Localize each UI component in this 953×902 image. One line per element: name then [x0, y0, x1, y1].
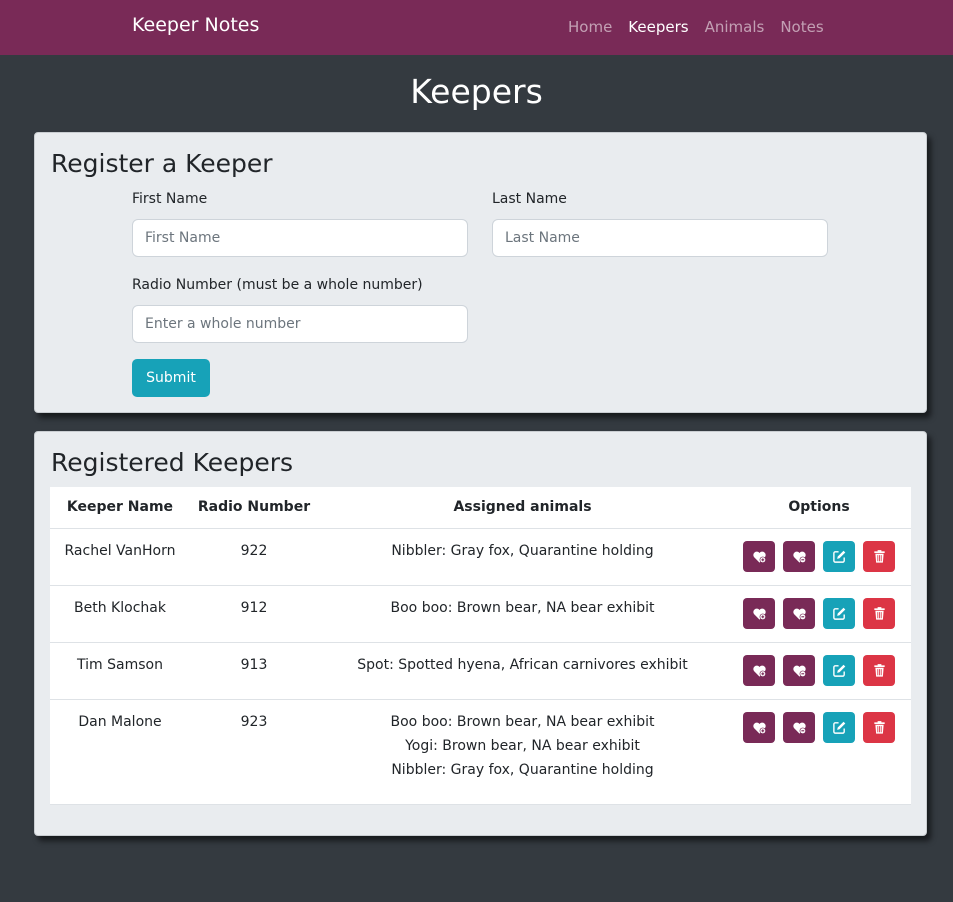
assigned-animal: Spot: Spotted hyena, African carnivores …: [357, 656, 688, 673]
edit-keeper-button[interactable]: [823, 654, 855, 686]
brand-link[interactable]: Keeper Notes: [132, 14, 259, 36]
assigned-animal: Nibbler: Gray fox, Quarantine holding: [391, 542, 654, 559]
heart-plus-icon: [752, 665, 766, 677]
heart-plus-icon: [752, 551, 766, 563]
delete-keeper-button[interactable]: [863, 540, 895, 572]
table-row: Dan Malone 923 Boo boo: Brown bear, NA b…: [50, 699, 911, 805]
assigned-animal: Boo boo: Brown bear, NA bear exhibit: [390, 599, 655, 616]
radio-number-cell: 923: [190, 699, 318, 805]
delete-keeper-button[interactable]: [863, 597, 895, 629]
nav-links: Home Keepers Animals Notes: [568, 18, 824, 36]
trash-icon: [873, 549, 885, 563]
trash-icon: [873, 606, 885, 620]
heart-minus-icon: [792, 551, 806, 563]
options-cell: [727, 585, 911, 643]
unassign-animal-button[interactable]: [783, 654, 815, 686]
keepers-table-wrapper: Keeper Name Radio Number Assigned animal…: [50, 487, 911, 805]
options-cell: [727, 528, 911, 586]
table-row: Tim Samson 913 Spot: Spotted hyena, Afri…: [50, 642, 911, 700]
assign-animal-button[interactable]: [743, 597, 775, 629]
column-header-options: Options: [727, 487, 911, 529]
nav-notes-link[interactable]: Notes: [780, 18, 823, 36]
assigned-animals-cell: Spot: Spotted hyena, African carnivores …: [318, 642, 727, 700]
table-row: Rachel VanHorn 922 Nibbler: Gray fox, Qu…: [50, 528, 911, 586]
assign-animal-button[interactable]: [743, 540, 775, 572]
heart-minus-icon: [792, 722, 806, 734]
column-header-keeper-name: Keeper Name: [50, 487, 190, 529]
keepers-table: Keeper Name Radio Number Assigned animal…: [50, 487, 911, 805]
assigned-animal: Nibbler: Gray fox, Quarantine holding: [391, 761, 654, 778]
trash-icon: [873, 720, 885, 734]
keeper-name-cell: Rachel VanHorn: [50, 528, 190, 586]
column-header-radio-number: Radio Number: [190, 487, 318, 529]
first-name-input[interactable]: [132, 219, 468, 257]
radio-number-cell: 913: [190, 642, 318, 700]
edit-icon: [832, 607, 845, 620]
heart-plus-icon: [752, 722, 766, 734]
options-cell: [727, 699, 911, 805]
submit-button[interactable]: Submit: [132, 359, 210, 397]
unassign-animal-button[interactable]: [783, 711, 815, 743]
nav-keepers-link[interactable]: Keepers: [628, 18, 688, 36]
options-cell: [727, 642, 911, 700]
assigned-animals-cell: Nibbler: Gray fox, Quarantine holding: [318, 528, 727, 586]
keeper-name-cell: Tim Samson: [50, 642, 190, 700]
nav-home-link[interactable]: Home: [568, 18, 612, 36]
heart-plus-icon: [752, 608, 766, 620]
last-name-input[interactable]: [492, 219, 828, 257]
assign-animal-button[interactable]: [743, 654, 775, 686]
keeper-name-cell: Beth Klochak: [50, 585, 190, 643]
registered-card-title: Registered Keepers: [51, 448, 294, 477]
delete-keeper-button[interactable]: [863, 654, 895, 686]
edit-keeper-button[interactable]: [823, 711, 855, 743]
radio-number-input[interactable]: [132, 305, 468, 343]
heart-minus-icon: [792, 665, 806, 677]
delete-keeper-button[interactable]: [863, 711, 895, 743]
register-card-title: Register a Keeper: [51, 149, 273, 178]
edit-keeper-button[interactable]: [823, 540, 855, 572]
assigned-animals-cell: Boo boo: Brown bear, NA bear exhibit: [318, 585, 727, 643]
unassign-animal-button[interactable]: [783, 597, 815, 629]
table-header-row: Keeper Name Radio Number Assigned animal…: [50, 487, 911, 529]
assigned-animal: Boo boo: Brown bear, NA bear exhibit: [390, 713, 655, 730]
register-keeper-card: Register a Keeper First Name Last Name R…: [34, 132, 927, 413]
nav-animals-link[interactable]: Animals: [705, 18, 765, 36]
heart-minus-icon: [792, 608, 806, 620]
edit-icon: [832, 721, 845, 734]
radio-number-cell: 922: [190, 528, 318, 586]
registered-keepers-card: Registered Keepers Keeper Name Radio Num…: [34, 431, 927, 836]
column-header-assigned-animals: Assigned animals: [318, 487, 727, 529]
trash-icon: [873, 663, 885, 677]
table-row: Beth Klochak 912 Boo boo: Brown bear, NA…: [50, 585, 911, 643]
radio-number-label: Radio Number (must be a whole number): [132, 277, 423, 293]
radio-number-cell: 912: [190, 585, 318, 643]
unassign-animal-button[interactable]: [783, 540, 815, 572]
first-name-label: First Name: [132, 191, 208, 207]
navbar: Keeper Notes Home Keepers Animals Notes: [0, 0, 953, 55]
page-title: Keepers: [410, 72, 543, 111]
last-name-label: Last Name: [492, 191, 567, 207]
edit-icon: [832, 550, 845, 563]
assigned-animal: Yogi: Brown bear, NA bear exhibit: [405, 737, 640, 754]
edit-icon: [832, 664, 845, 677]
edit-keeper-button[interactable]: [823, 597, 855, 629]
assigned-animals-cell: Boo boo: Brown bear, NA bear exhibit Yog…: [318, 699, 727, 805]
keeper-name-cell: Dan Malone: [50, 699, 190, 805]
assign-animal-button[interactable]: [743, 711, 775, 743]
